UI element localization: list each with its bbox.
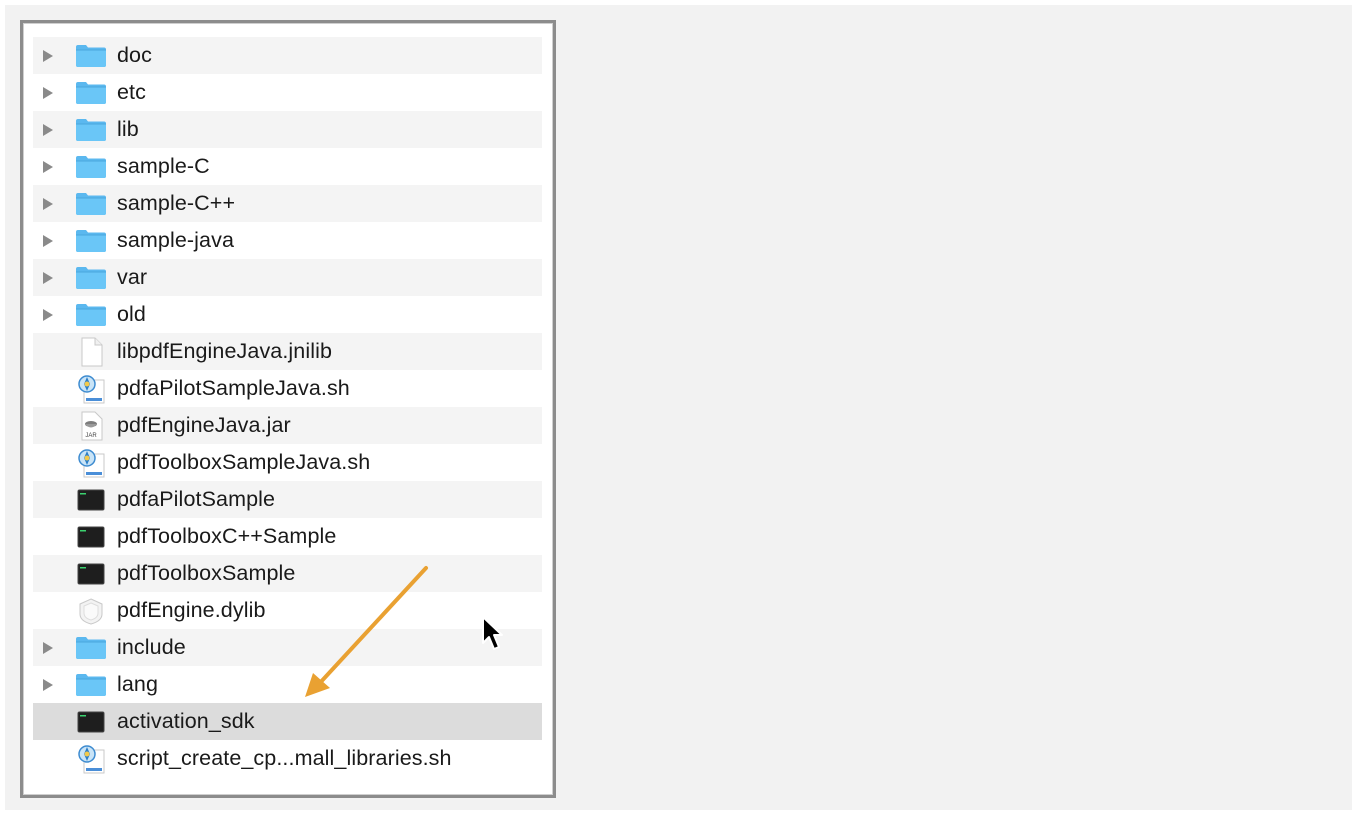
annotation-arrow — [305, 566, 428, 697]
mouse-pointer-icon — [482, 616, 503, 650]
